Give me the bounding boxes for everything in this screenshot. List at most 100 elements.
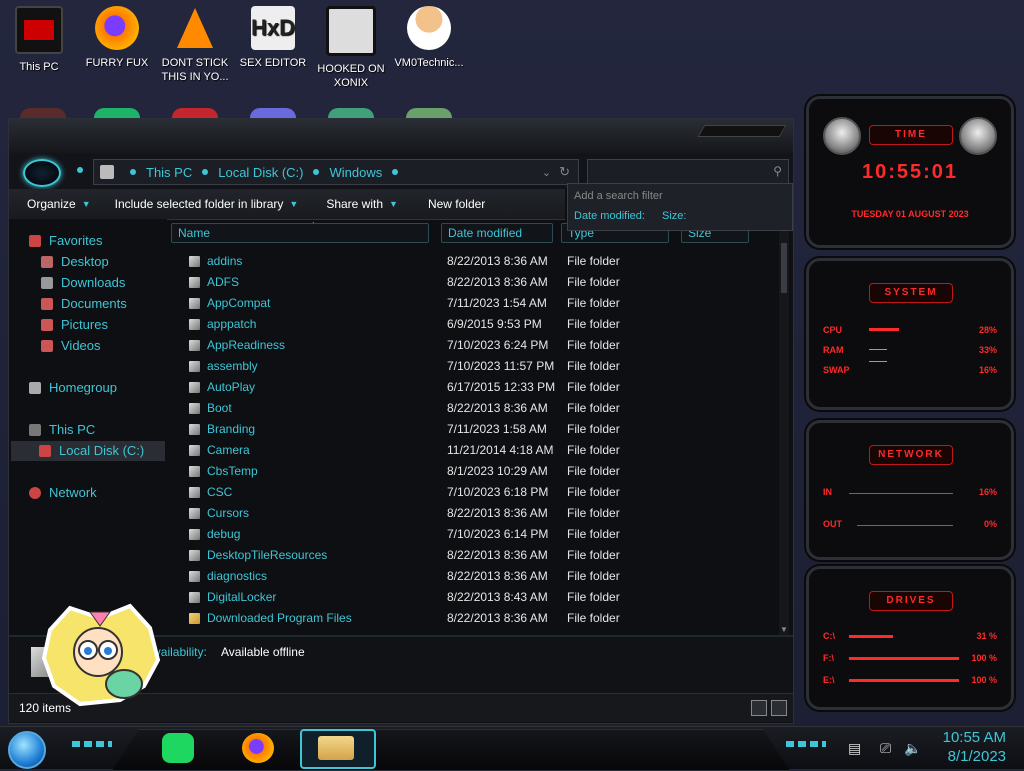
file-row[interactable]: AutoPlay 6/17/2015 12:33 PM File folder bbox=[169, 377, 777, 398]
filter-size[interactable]: Size: bbox=[662, 210, 686, 222]
vertical-scrollbar[interactable]: ▲ ▼ bbox=[779, 223, 789, 635]
nav-network[interactable]: Network bbox=[29, 485, 97, 500]
action-center-icon[interactable]: ▤ bbox=[848, 740, 861, 757]
column-date-modified[interactable]: Date modified bbox=[441, 223, 553, 243]
file-type: File folder bbox=[567, 464, 620, 478]
file-row[interactable]: Branding 7/11/2023 1:58 AM File folder bbox=[169, 419, 777, 440]
desktop-icon-label: DONT STICK THIS IN YO... bbox=[161, 57, 229, 83]
search-icon[interactable]: ⚲ bbox=[773, 164, 782, 178]
nav-favorites[interactable]: Favorites bbox=[29, 233, 102, 248]
chevron-down-icon[interactable]: ⌄ bbox=[542, 166, 551, 179]
nav-downloads[interactable]: Downloads bbox=[41, 275, 125, 290]
scrollbar-thumb[interactable] bbox=[781, 243, 787, 293]
network-in-label: IN bbox=[823, 487, 832, 497]
file-row[interactable]: Cursors 8/22/2013 8:36 AM File folder bbox=[169, 503, 777, 524]
firefox-icon[interactable] bbox=[242, 733, 274, 763]
breadcrumb-windows[interactable]: Windows bbox=[329, 165, 382, 180]
desktop-icon-this-pc[interactable]: This PC bbox=[2, 6, 76, 74]
file-row[interactable]: Downloaded Program Files 8/22/2013 8:36 A… bbox=[169, 608, 777, 629]
file-row[interactable]: debug 7/10/2023 6:14 PM File folder bbox=[169, 524, 777, 545]
file-name: AutoPlay bbox=[207, 380, 256, 394]
volume-icon[interactable]: 🔈 bbox=[904, 740, 921, 757]
search-input[interactable]: ⚲ bbox=[587, 159, 789, 185]
drive-icon bbox=[39, 444, 51, 457]
drive-f-label: F:\ bbox=[823, 653, 834, 663]
widget-date: TUESDAY 01 AUGUST 2023 bbox=[851, 209, 969, 219]
file-row[interactable]: diagnostics 8/22/2013 8:36 AM File folder bbox=[169, 566, 777, 587]
include-in-library-button[interactable]: Include selected folder in library ▼ bbox=[115, 197, 299, 211]
nav-desktop[interactable]: Desktop bbox=[41, 254, 109, 269]
file-row[interactable]: DesktopTileResources 8/22/2013 8:36 AM Fil… bbox=[169, 545, 777, 566]
nav-documents[interactable]: Documents bbox=[41, 296, 127, 311]
search-filter-popup: Add a search filter Date modified: Size: bbox=[567, 183, 793, 231]
breadcrumb-local-disk[interactable]: Local Disk (C:) bbox=[218, 165, 303, 180]
nav-videos[interactable]: Videos bbox=[41, 338, 101, 353]
navigation-pane: Favorites Desktop Downloads Documents Pi… bbox=[9, 219, 167, 635]
file-date-modified: 6/9/2015 9:53 PM bbox=[447, 317, 542, 331]
refresh-icon[interactable]: ↻ bbox=[559, 164, 570, 180]
drive-c-label: C:\ bbox=[823, 631, 835, 641]
nav-label: Videos bbox=[61, 338, 101, 353]
desktop-icon-furry-fux[interactable]: FURRY FUX bbox=[80, 6, 154, 70]
file-type: File folder bbox=[567, 380, 620, 394]
desktop-icon-vlc[interactable]: DONT STICK THIS IN YO... bbox=[158, 6, 232, 84]
nav-this-pc[interactable]: This PC bbox=[29, 422, 95, 437]
file-row[interactable]: DigitalLocker 8/22/2013 8:43 AM File folde… bbox=[169, 587, 777, 608]
file-date-modified: 11/21/2014 4:18 AM bbox=[447, 443, 554, 457]
nav-label: Local Disk (C:) bbox=[59, 443, 145, 458]
file-row[interactable]: apppatch 6/9/2015 9:53 PM File folder bbox=[169, 314, 777, 335]
cartoon-sticker bbox=[41, 603, 161, 707]
time-widget-title: TIME bbox=[869, 125, 953, 145]
breadcrumb-this-pc[interactable]: This PC bbox=[146, 165, 192, 180]
dropdown-arrow-icon: ▼ bbox=[389, 199, 398, 209]
details-view-icon[interactable] bbox=[751, 700, 767, 716]
file-row[interactable]: Boot 8/22/2013 8:36 AM File folder bbox=[169, 398, 777, 419]
file-row[interactable]: Camera 11/21/2014 4:18 AM File folder bbox=[169, 440, 777, 461]
computer-icon bbox=[29, 423, 41, 436]
folder-icon bbox=[189, 487, 200, 498]
file-type: File folder bbox=[567, 338, 620, 352]
new-folder-button[interactable]: New folder bbox=[428, 197, 485, 211]
column-name[interactable]: Name bbox=[171, 223, 429, 243]
organize-button[interactable]: Organize ▼ bbox=[27, 197, 91, 211]
folder-icon bbox=[189, 382, 200, 393]
network-tray-icon[interactable]: ⎚ bbox=[880, 740, 891, 757]
large-icons-view-icon[interactable] bbox=[771, 700, 787, 716]
file-date-modified: 7/10/2023 6:24 PM bbox=[447, 338, 549, 352]
file-row[interactable]: CSC 7/10/2023 6:18 PM File folder bbox=[169, 482, 777, 503]
filter-date-modified[interactable]: Date modified: bbox=[574, 210, 645, 222]
alien-head-icon bbox=[823, 117, 861, 155]
file-explorer-taskbar-button[interactable] bbox=[300, 729, 376, 769]
address-bar[interactable]: This PC Local Disk (C:) Windows ⌄ ↻ bbox=[93, 159, 579, 185]
desktop-icon-vm0[interactable]: VM0Technic... bbox=[392, 6, 466, 70]
file-date-modified: 8/1/2023 10:29 AM bbox=[447, 464, 548, 478]
file-row[interactable]: CbsTemp 8/1/2023 10:29 AM File folder bbox=[169, 461, 777, 482]
back-forward-orb-icon[interactable] bbox=[23, 159, 61, 187]
drive-e-bar bbox=[849, 679, 959, 682]
share-with-button[interactable]: Share with ▼ bbox=[326, 197, 398, 211]
spotify-icon[interactable] bbox=[162, 733, 194, 763]
file-row[interactable]: ADFS 8/22/2013 8:36 AM File folder bbox=[169, 272, 777, 293]
file-date-modified: 7/10/2023 6:18 PM bbox=[447, 485, 549, 499]
file-row[interactable]: AppCompat 7/11/2023 1:54 AM File folder bbox=[169, 293, 777, 314]
file-row[interactable]: addins 8/22/2013 8:36 AM File folder bbox=[169, 251, 777, 272]
file-name: AppCompat bbox=[207, 296, 271, 310]
desktop-icon-label: FURRY FUX bbox=[85, 57, 149, 69]
scroll-down-icon[interactable]: ▼ bbox=[779, 625, 789, 635]
nav-homegroup[interactable]: Homegroup bbox=[29, 380, 117, 395]
nav-pictures[interactable]: Pictures bbox=[41, 317, 108, 332]
desktop-icon-label: This PC bbox=[19, 61, 59, 73]
folder-icon bbox=[189, 592, 200, 603]
folder-icon bbox=[189, 550, 200, 561]
nav-local-disk[interactable]: Local Disk (C:) bbox=[39, 443, 144, 458]
desktop-icon-hex-editor[interactable]: HxD SEX EDITOR bbox=[236, 6, 310, 70]
history-dot-icon[interactable] bbox=[77, 167, 83, 173]
taskbar: ▤ ⎚ 🔈 10:55 AM 8/1/2023 bbox=[0, 726, 1024, 771]
file-row[interactable]: assembly 7/10/2023 11:57 PM File folder bbox=[169, 356, 777, 377]
file-row[interactable]: AppReadiness 7/10/2023 6:24 PM File folder bbox=[169, 335, 777, 356]
desktop-icon-xonix[interactable]: HOOKED ON XONIX bbox=[314, 6, 388, 90]
taskbar-clock[interactable]: 10:55 AM 8/1/2023 bbox=[943, 728, 1006, 766]
start-orb-icon[interactable] bbox=[8, 731, 46, 769]
cpu-meter bbox=[869, 328, 899, 331]
window-frame-top bbox=[9, 119, 793, 153]
